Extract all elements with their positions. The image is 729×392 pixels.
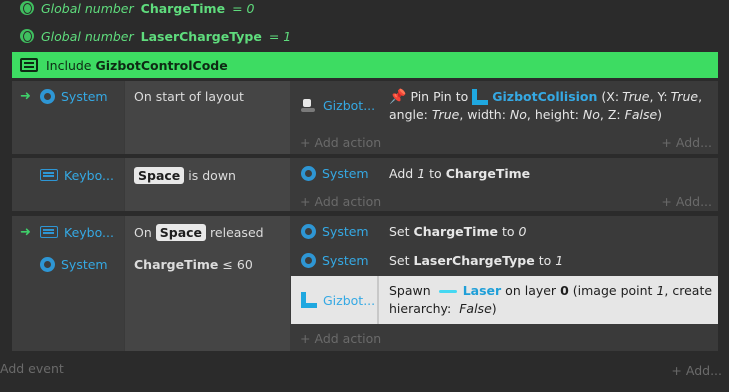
trigger-arrow-icon: ➜ — [20, 224, 31, 240]
condition-object[interactable]: Keybo... — [12, 158, 124, 192]
condition-object-name: System — [61, 256, 108, 272]
action-object-name: Gizbot... — [323, 292, 376, 308]
add-action-link[interactable]: + Add action — [300, 191, 381, 211]
action-row[interactable]: System Add 1 to ChargeTime — [291, 158, 718, 189]
globe-icon — [20, 29, 34, 43]
add-action-link[interactable]: + Add action — [300, 132, 381, 152]
event-block[interactable]: ➜ Keybo... On Space released System Char… — [12, 216, 718, 351]
include-list-icon — [20, 58, 38, 72]
global-var-name: ChargeTime — [140, 0, 226, 16]
gizbot-collision-icon — [472, 88, 489, 105]
condition-row[interactable]: System ChargeTime ≤ 60 — [12, 248, 290, 280]
action-object-name: System — [322, 253, 369, 268]
gear-icon — [40, 89, 55, 104]
global-var-prefix: Global number — [41, 28, 134, 44]
gear-icon — [301, 253, 316, 268]
action-object-name: System — [322, 166, 369, 181]
keyboard-icon — [40, 226, 58, 238]
global-var-prefix: Global number — [41, 0, 134, 16]
condition-object-name: Keybo... — [64, 224, 114, 240]
action-object[interactable]: Gizbot... — [291, 276, 377, 324]
keyboard-icon — [40, 169, 58, 181]
action-text[interactable]: Set ChargeTime to 0 — [379, 216, 718, 246]
action-object[interactable]: Gizbot... — [291, 81, 377, 130]
action-object-name: System — [322, 223, 369, 239]
condition-object[interactable]: ➜ System — [12, 81, 124, 112]
add-menu-link[interactable]: + Add... — [671, 360, 722, 380]
pin-icon: 📌 — [389, 88, 407, 105]
global-var-row[interactable]: Global number ChargeTime = 0 — [20, 0, 254, 18]
action-object[interactable]: System — [291, 216, 377, 246]
action-row[interactable]: Gizbot... 📌 Pin Pin to GizbotCollision (… — [291, 81, 718, 130]
globe-icon — [20, 1, 34, 15]
gizbot-icon — [301, 292, 317, 308]
condition-row[interactable]: ➜ Keybo... On Space released — [12, 216, 290, 248]
action-text[interactable]: 📌 Pin Pin to GizbotCollision (X: True , … — [379, 81, 718, 130]
event-block[interactable]: ➜ System On start of layout Gizbot... 📌 … — [12, 81, 718, 154]
global-var-value: = 1 — [268, 28, 292, 44]
key-chip: Space — [134, 166, 185, 184]
condition-text[interactable]: Space is down — [125, 158, 290, 192]
condition-text[interactable]: On Space released — [125, 216, 290, 248]
condition-object[interactable]: System — [12, 248, 124, 280]
action-row-selected[interactable]: Gizbot... Spawn Laser on layer 0 (image … — [291, 276, 718, 324]
action-text[interactable]: Set LaserChargeType to 1 — [379, 246, 718, 275]
global-var-value: = 0 — [232, 0, 255, 16]
add-event-link[interactable]: Add event — [0, 358, 64, 378]
add-action-link[interactable]: + Add action — [300, 328, 381, 348]
condition-text[interactable]: ChargeTime ≤ 60 — [125, 248, 290, 280]
add-menu-link[interactable]: + Add... — [661, 191, 712, 211]
action-row[interactable]: System Set LaserChargeType to 1 — [291, 246, 718, 275]
event-block[interactable]: Keybo... Space is down System Add 1 to C… — [12, 158, 718, 211]
add-menu-link[interactable]: + Add... — [661, 132, 712, 152]
action-text[interactable]: Add 1 to ChargeTime — [379, 158, 718, 189]
condition-row[interactable]: ➜ System On start of layout — [12, 81, 290, 112]
include-row[interactable]: Include GizbotControlCode — [12, 52, 718, 78]
global-var-name: LaserChargeType — [140, 28, 262, 44]
gear-icon — [40, 256, 55, 272]
gear-icon — [301, 166, 316, 181]
laser-icon — [438, 289, 457, 293]
condition-text[interactable]: On start of layout — [125, 81, 290, 112]
condition-object-name: Keybo... — [64, 167, 114, 183]
action-row[interactable]: System Set ChargeTime to 0 — [291, 216, 718, 246]
robot-icon — [301, 98, 317, 113]
condition-object[interactable]: ➜ Keybo... — [12, 216, 124, 248]
condition-object-name: System — [61, 89, 108, 104]
condition-row[interactable]: Keybo... Space is down — [12, 158, 290, 192]
include-sheet-name: GizbotControlCode — [95, 57, 228, 73]
action-object[interactable]: System — [291, 158, 377, 189]
gear-icon — [301, 223, 316, 239]
trigger-arrow-icon: ➜ — [20, 89, 31, 104]
action-text[interactable]: Spawn Laser on layer 0 (image point 1 , … — [379, 276, 718, 324]
global-var-row[interactable]: Global number LaserChargeType = 1 — [20, 26, 291, 46]
include-label: Include — [46, 57, 92, 73]
action-object-name: Gizbot... — [323, 98, 376, 113]
action-object[interactable]: System — [291, 246, 377, 275]
key-chip: Space — [155, 223, 207, 241]
